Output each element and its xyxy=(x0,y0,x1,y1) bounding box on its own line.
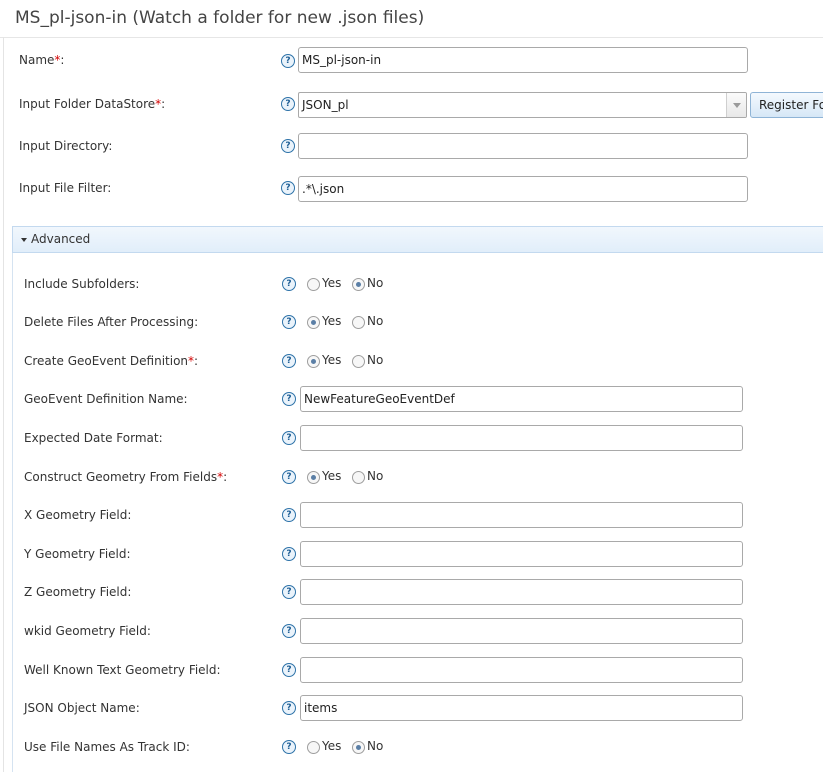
register-folder-button[interactable]: Register Folder xyxy=(750,92,823,118)
help-icon[interactable]: ? xyxy=(282,470,296,484)
use-file-names-track-id-no-label[interactable]: No xyxy=(367,739,383,753)
page-title: MS_pl-json-in (Watch a folder for new .j… xyxy=(15,8,425,28)
create-geoevent-definition-no-radio[interactable] xyxy=(352,355,365,368)
wkt-geometry-field-label: Well Known Text Geometry Field: xyxy=(24,663,221,677)
help-icon[interactable]: ? xyxy=(282,315,296,329)
selected-value: JSON_pl xyxy=(302,98,349,112)
caret-down-icon xyxy=(21,238,27,242)
delete-files-no-label[interactable]: No xyxy=(367,314,383,328)
help-icon[interactable]: ? xyxy=(282,701,296,715)
construct-geometry-label-text: Construct Geometry From Fields xyxy=(24,470,218,484)
geoevent-definition-name-label: GeoEvent Definition Name: xyxy=(24,392,188,406)
help-icon[interactable]: ? xyxy=(282,431,296,445)
delete-files-yes-radio[interactable] xyxy=(307,316,320,329)
construct-geometry-no-label[interactable]: No xyxy=(367,469,383,483)
delete-files-yes-label[interactable]: Yes xyxy=(322,314,341,328)
create-geoevent-definition-label: Create GeoEvent Definition*: xyxy=(24,354,199,368)
advanced-label: Advanced xyxy=(31,232,91,246)
create-geoevent-definition-label-text: Create GeoEvent Definition xyxy=(24,354,189,368)
include-subfolders-no-label[interactable]: No xyxy=(367,276,383,290)
required-mark: * xyxy=(217,470,224,484)
create-geoevent-definition-yes-label[interactable]: Yes xyxy=(322,353,341,367)
use-file-names-track-id-label: Use File Names As Track ID: xyxy=(24,740,190,754)
help-icon[interactable]: ? xyxy=(282,740,296,754)
input-folder-datastore-label: Input Folder DataStore*: xyxy=(19,97,166,111)
advanced-section-border xyxy=(12,253,13,772)
help-icon[interactable]: ? xyxy=(281,97,295,111)
y-geometry-field-label: Y Geometry Field: xyxy=(24,547,131,561)
name-label-text: Name xyxy=(19,53,55,67)
advanced-section-toggle[interactable]: Advanced xyxy=(12,226,823,253)
delete-files-no-radio[interactable] xyxy=(352,316,365,329)
include-subfolders-yes-label[interactable]: Yes xyxy=(322,276,341,290)
help-icon[interactable]: ? xyxy=(282,508,296,522)
help-icon[interactable]: ? xyxy=(282,585,296,599)
help-icon[interactable]: ? xyxy=(282,354,296,368)
construct-geometry-yes-label[interactable]: Yes xyxy=(322,469,341,483)
input-file-filter-label: Input File Filter: xyxy=(19,181,112,195)
input-directory-input[interactable] xyxy=(298,133,748,159)
construct-geometry-yes-radio[interactable] xyxy=(307,471,320,484)
name-input[interactable]: MS_pl-json-in xyxy=(298,47,748,73)
required-mark: * xyxy=(188,354,195,368)
use-file-names-track-id-yes-radio[interactable] xyxy=(307,741,320,754)
name-label: Name*: xyxy=(19,53,65,67)
chevron-down-icon[interactable] xyxy=(726,93,746,117)
required-mark: * xyxy=(54,53,61,67)
input-file-filter-input[interactable]: .*\.json xyxy=(298,176,748,202)
create-geoevent-definition-yes-radio[interactable] xyxy=(307,355,320,368)
help-icon[interactable]: ? xyxy=(282,624,296,638)
title-divider xyxy=(0,37,823,38)
use-file-names-track-id-no-radio[interactable] xyxy=(352,741,365,754)
wkid-geometry-field-label: wkid Geometry Field: xyxy=(24,624,151,638)
help-icon[interactable]: ? xyxy=(282,663,296,677)
z-geometry-field-input[interactable] xyxy=(300,579,743,605)
help-icon[interactable]: ? xyxy=(281,54,295,68)
include-subfolders-yes-radio[interactable] xyxy=(307,278,320,291)
input-folder-datastore-select[interactable]: JSON_pl xyxy=(298,92,747,118)
help-icon[interactable]: ? xyxy=(282,277,296,291)
help-icon[interactable]: ? xyxy=(281,139,295,153)
help-icon[interactable]: ? xyxy=(282,392,296,406)
z-geometry-field-label: Z Geometry Field: xyxy=(24,585,132,599)
x-geometry-field-label: X Geometry Field: xyxy=(24,508,132,522)
construct-geometry-no-radio[interactable] xyxy=(352,471,365,484)
construct-geometry-label: Construct Geometry From Fields*: xyxy=(24,470,228,484)
help-icon[interactable]: ? xyxy=(282,547,296,561)
help-icon[interactable]: ? xyxy=(281,181,295,195)
create-geoevent-definition-no-label[interactable]: No xyxy=(367,353,383,367)
required-mark: * xyxy=(155,97,162,111)
y-geometry-field-input[interactable] xyxy=(300,541,743,567)
wkid-geometry-field-input[interactable] xyxy=(300,618,743,644)
json-object-name-input[interactable]: items xyxy=(300,695,743,721)
input-directory-label: Input Directory: xyxy=(19,139,113,153)
input-folder-datastore-label-text: Input Folder DataStore xyxy=(19,97,156,111)
wkt-geometry-field-input[interactable] xyxy=(300,657,743,683)
expected-date-format-input[interactable] xyxy=(300,425,743,451)
expected-date-format-label: Expected Date Format: xyxy=(24,431,163,445)
json-object-name-label: JSON Object Name: xyxy=(24,701,140,715)
form-left-border xyxy=(3,37,4,772)
include-subfolders-label: Include Subfolders: xyxy=(24,277,140,291)
geoevent-definition-name-input[interactable]: NewFeatureGeoEventDef xyxy=(300,386,743,412)
include-subfolders-no-radio[interactable] xyxy=(352,278,365,291)
use-file-names-track-id-yes-label[interactable]: Yes xyxy=(322,739,341,753)
x-geometry-field-input[interactable] xyxy=(300,502,743,528)
delete-files-label: Delete Files After Processing: xyxy=(24,315,199,329)
